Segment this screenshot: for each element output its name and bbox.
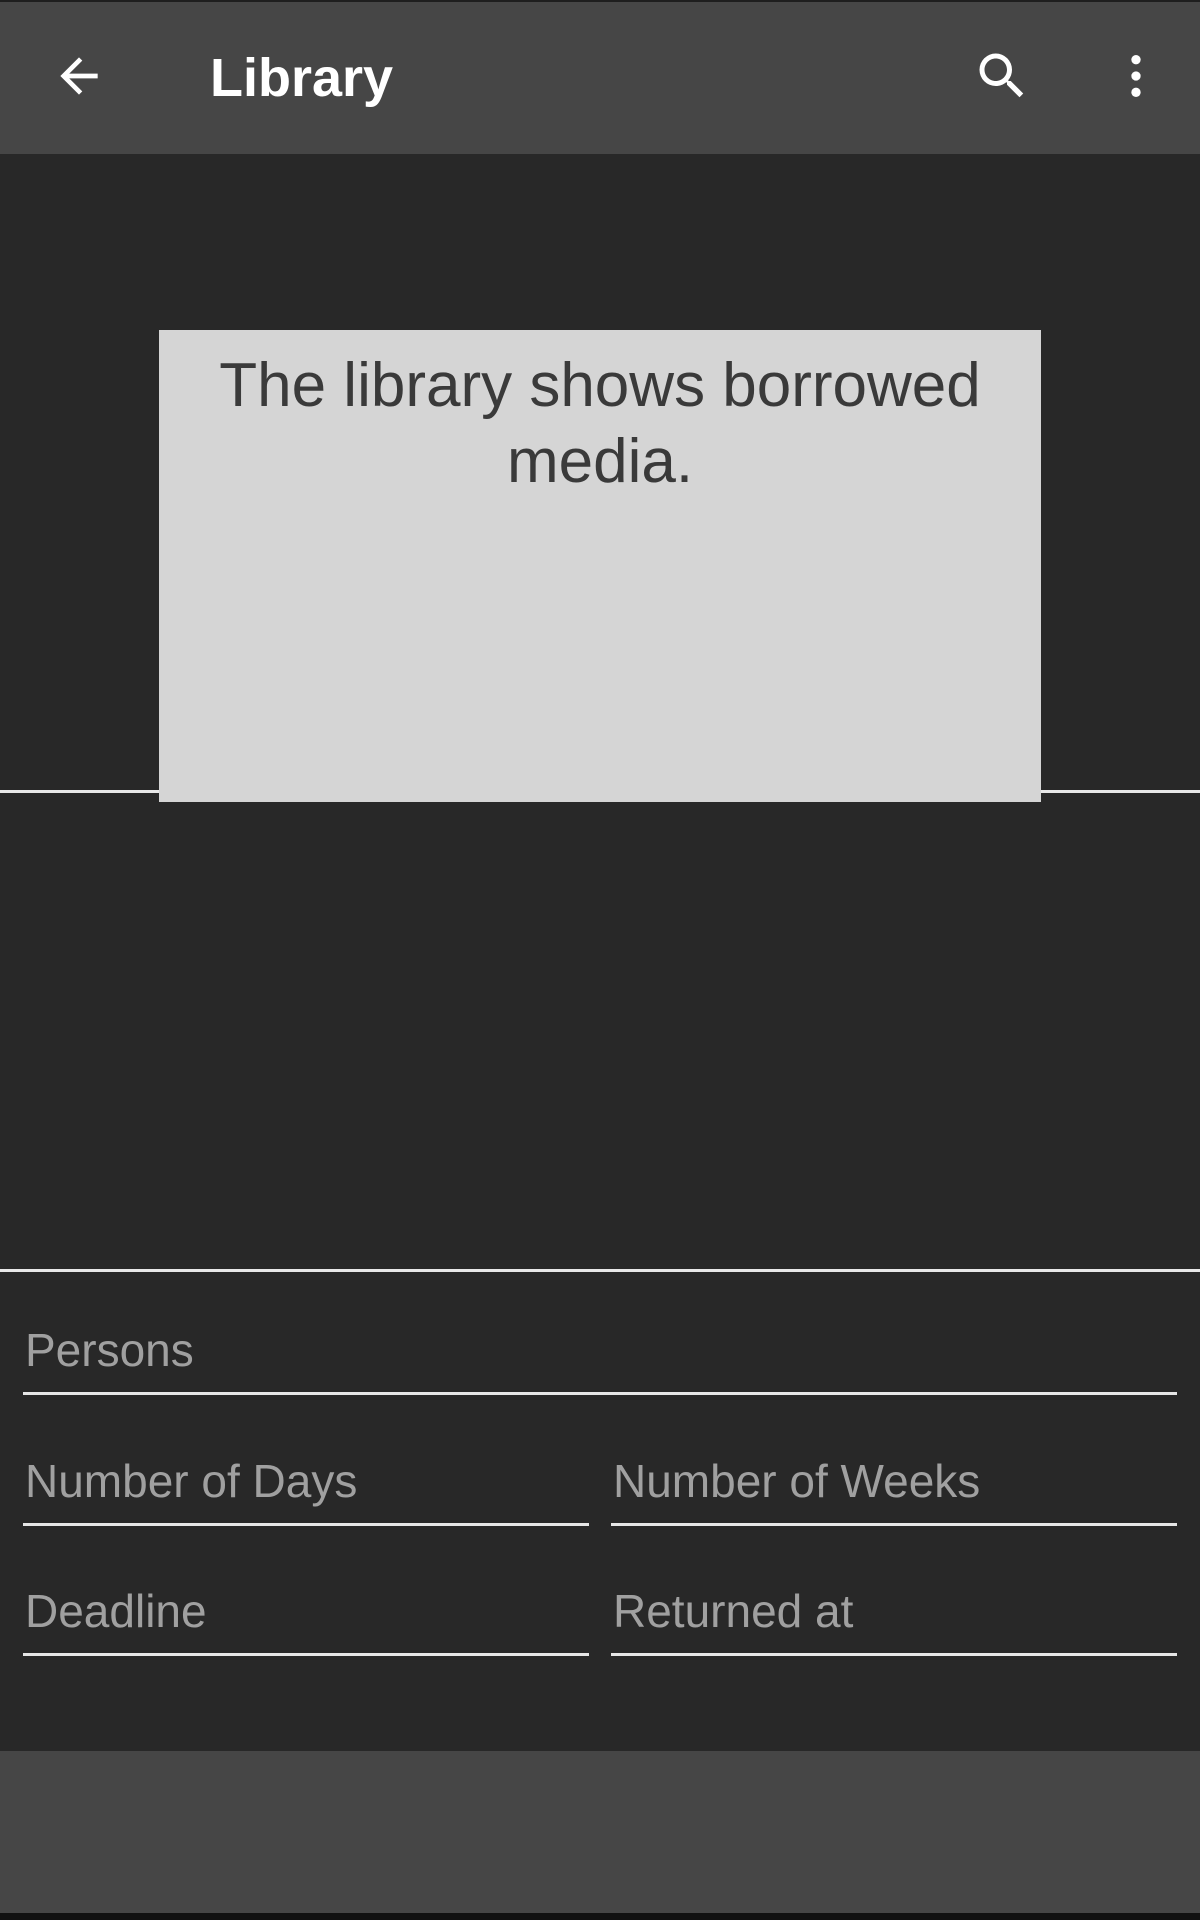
app-bar: Library bbox=[0, 2, 1200, 154]
more-vert-icon bbox=[1131, 55, 1141, 97]
number-of-days-field-container bbox=[23, 1443, 589, 1526]
returned-at-input[interactable] bbox=[611, 1573, 1177, 1649]
arrow-back-icon bbox=[60, 57, 98, 95]
search-icon bbox=[979, 53, 1024, 98]
number-of-weeks-field-container bbox=[611, 1443, 1177, 1526]
persons-input[interactable] bbox=[23, 1312, 1177, 1388]
number-of-weeks-input[interactable] bbox=[611, 1443, 1177, 1519]
overflow-menu-button[interactable] bbox=[1088, 28, 1184, 124]
persons-field-container bbox=[23, 1312, 1177, 1395]
returned-at-field-container bbox=[611, 1573, 1177, 1656]
bottom-edge bbox=[0, 1913, 1200, 1920]
bottom-bar bbox=[0, 1751, 1200, 1913]
deadline-input[interactable] bbox=[23, 1573, 589, 1649]
number-of-days-input[interactable] bbox=[23, 1443, 589, 1519]
deadline-field-container bbox=[23, 1573, 589, 1656]
list-bottom-divider bbox=[0, 1269, 1200, 1272]
info-text: The library shows borrowed media. bbox=[219, 351, 981, 496]
back-button[interactable] bbox=[31, 28, 127, 124]
page-title: Library bbox=[210, 48, 394, 108]
library-screen: Library The library shows borrowed media… bbox=[0, 0, 1200, 1920]
search-button[interactable] bbox=[954, 28, 1050, 124]
info-overlay-card: The library shows borrowed media. bbox=[159, 330, 1041, 802]
